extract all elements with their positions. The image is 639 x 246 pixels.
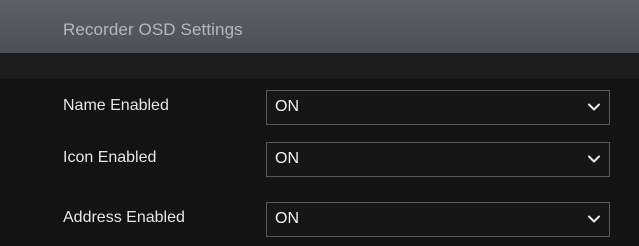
panel-header: Recorder OSD Settings xyxy=(0,0,639,53)
header-divider-bar xyxy=(0,53,639,79)
name-enabled-select[interactable]: ON xyxy=(266,90,610,125)
name-enabled-label: Name Enabled xyxy=(63,97,169,114)
chevron-down-icon[interactable] xyxy=(587,100,601,114)
chevron-down-icon[interactable] xyxy=(587,212,601,226)
address-enabled-value: ON xyxy=(275,210,299,227)
recorder-osd-settings-panel: Recorder OSD Settings Name Enabled ON Ic… xyxy=(0,0,639,246)
icon-enabled-label: Icon Enabled xyxy=(63,149,157,166)
address-enabled-label: Address Enabled xyxy=(63,209,185,226)
address-enabled-select[interactable]: ON xyxy=(266,202,610,237)
settings-list: Name Enabled ON Icon Enabled ON Address … xyxy=(0,79,639,246)
name-enabled-value: ON xyxy=(275,98,299,115)
icon-enabled-value: ON xyxy=(275,150,299,167)
setting-row-icon-enabled: Icon Enabled ON xyxy=(0,131,639,181)
chevron-down-icon[interactable] xyxy=(587,152,601,166)
setting-row-address-enabled: Address Enabled ON xyxy=(0,191,639,241)
icon-enabled-select[interactable]: ON xyxy=(266,142,610,177)
setting-row-name-enabled: Name Enabled ON xyxy=(0,79,639,129)
panel-title: Recorder OSD Settings xyxy=(63,20,243,39)
